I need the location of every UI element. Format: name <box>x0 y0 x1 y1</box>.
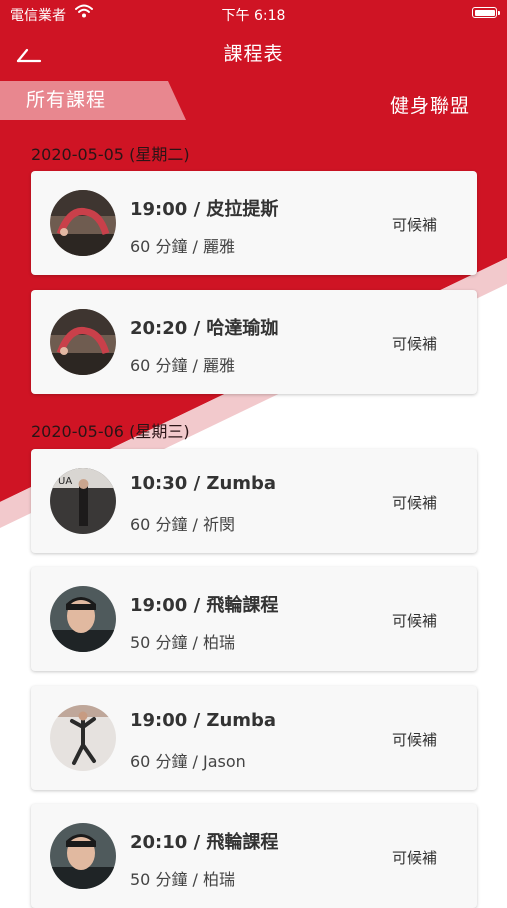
instructor-avatar <box>50 823 116 889</box>
class-status: 可候補 <box>391 731 437 749</box>
class-duration-instructor: 60 分鐘 / 祈閔 <box>130 515 236 534</box>
status-time: 下午 6:18 <box>221 8 286 24</box>
svg-text:UA: UA <box>58 476 72 487</box>
date-header: 2020-05-06 (星期三) <box>31 422 190 441</box>
class-title: 20:20 / 哈達瑜珈 <box>130 318 279 339</box>
instructor-avatar: UA <box>50 468 116 534</box>
class-status: 可候補 <box>391 216 437 234</box>
class-duration-instructor: 60 分鐘 / 麗雅 <box>130 237 236 256</box>
status-bar: 電信業者 下午 6:18 <box>0 0 507 28</box>
instructor-avatar <box>50 190 116 256</box>
class-duration-instructor: 60 分鐘 / 麗雅 <box>130 356 236 375</box>
class-card[interactable]: 20:20 / 哈達瑜珈 60 分鐘 / 麗雅 可候補 <box>31 290 477 394</box>
class-duration-instructor: 50 分鐘 / 柏瑞 <box>130 870 236 889</box>
class-status: 可候補 <box>391 849 437 867</box>
class-duration-instructor: 60 分鐘 / Jason <box>130 752 246 771</box>
class-title: 10:30 / Zumba <box>130 473 277 494</box>
class-status: 可候補 <box>391 335 437 353</box>
battery-icon <box>472 7 500 18</box>
class-card[interactable]: 20:10 / 飛輪課程 50 分鐘 / 柏瑞 可候補 <box>31 804 477 908</box>
date-header: 2020-05-05 (星期二) <box>31 145 190 164</box>
page-title: 課程表 <box>223 43 284 65</box>
class-title: 19:00 / Zumba <box>130 710 277 731</box>
class-card[interactable]: UA 10:30 / Zumba 60 分鐘 / 祈閔 可候補 <box>31 449 477 553</box>
class-title: 19:00 / 飛輪課程 <box>130 595 279 616</box>
class-title: 20:10 / 飛輪課程 <box>130 832 279 853</box>
instructor-avatar <box>50 586 116 652</box>
class-card[interactable]: 19:00 / Zumba 60 分鐘 / Jason 可候補 <box>31 686 477 790</box>
class-duration-instructor: 50 分鐘 / 柏瑞 <box>130 633 236 652</box>
class-card[interactable]: 19:00 / 飛輪課程 50 分鐘 / 柏瑞 可候補 <box>31 567 477 671</box>
class-title: 19:00 / 皮拉提斯 <box>130 199 279 220</box>
tab-fitness-league[interactable]: 健身聯盟 <box>390 91 470 118</box>
class-status: 可候補 <box>391 612 437 630</box>
class-status: 可候補 <box>391 494 437 512</box>
instructor-avatar <box>50 705 116 771</box>
navigation-bar: 課程表 <box>0 28 507 76</box>
tab-all-classes[interactable]: 所有課程 <box>0 81 186 120</box>
instructor-avatar <box>50 309 116 375</box>
class-card[interactable]: 19:00 / 皮拉提斯 60 分鐘 / 麗雅 可候補 <box>31 171 477 275</box>
